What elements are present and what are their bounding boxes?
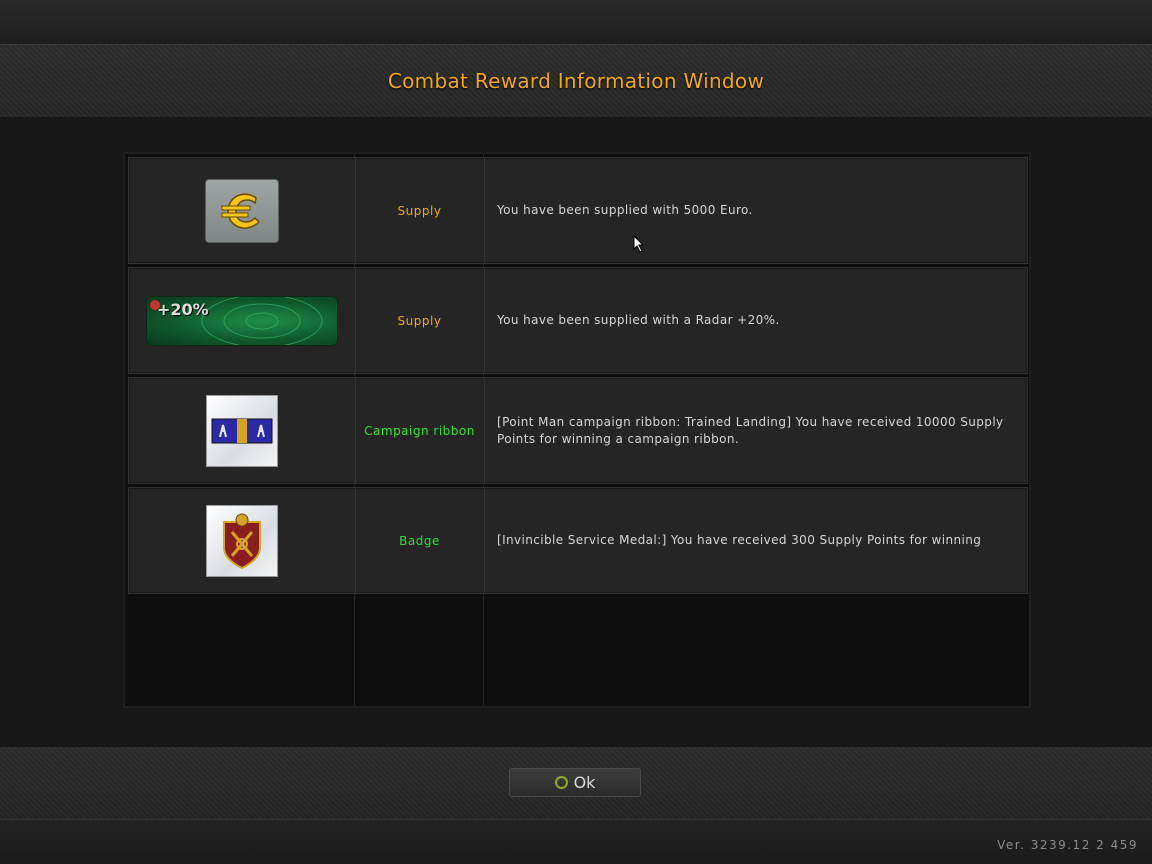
reward-row-radar: +20% Supply You have been supplied with … xyxy=(128,267,1028,374)
reward-category: Supply xyxy=(355,268,485,373)
reward-row-badge: Badge [Invincible Service Medal:] You ha… xyxy=(128,487,1028,594)
reward-description: You have been supplied with a Radar +20%… xyxy=(497,313,780,327)
reward-table: Supply You have been supplied with 5000 … xyxy=(123,152,1031,708)
version-label: Ver. 3239.12 2 459 xyxy=(997,838,1138,852)
reward-icon-cell xyxy=(129,158,356,263)
reward-category: Badge xyxy=(355,488,485,593)
reward-description: [Point Man campaign ribbon: Trained Land… xyxy=(497,414,1004,446)
top-strip xyxy=(0,0,1152,45)
ok-button[interactable]: Ok xyxy=(509,768,641,797)
badge-icon xyxy=(206,504,278,577)
reward-category: Campaign ribbon xyxy=(355,378,485,483)
mouse-cursor-icon xyxy=(633,235,645,253)
footer-strip xyxy=(0,819,1152,864)
ok-label: Ok xyxy=(573,773,596,792)
reward-row-euro: Supply You have been supplied with 5000 … xyxy=(128,157,1028,264)
window-title: Combat Reward Information Window xyxy=(387,69,765,93)
reward-description: You have been supplied with 5000 Euro. xyxy=(497,203,753,217)
ok-ring-icon xyxy=(554,776,568,789)
reward-category: Supply xyxy=(355,158,485,263)
radar-icon: +20% xyxy=(146,295,338,346)
reward-icon-cell xyxy=(129,488,356,593)
reward-icon-cell: +20% xyxy=(129,268,356,373)
campaign-ribbon-icon xyxy=(206,394,278,467)
game-screen: Combat Reward Information Window Supply … xyxy=(0,0,1152,864)
radar-bonus-label: +20% xyxy=(157,299,209,319)
title-bar: Combat Reward Information Window xyxy=(0,45,1152,117)
euro-icon xyxy=(205,178,279,243)
reward-icon-cell xyxy=(129,378,356,483)
reward-description: [Invincible Service Medal:] You have rec… xyxy=(497,533,982,547)
reward-row-ribbon: Campaign ribbon [Point Man campaign ribb… xyxy=(128,377,1028,484)
